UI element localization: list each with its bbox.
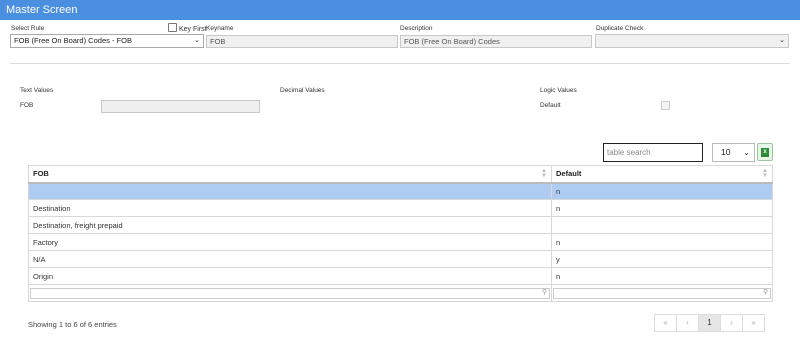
cell-fob: Origin — [28, 267, 552, 285]
table-row[interactable]: Origin n — [28, 267, 773, 285]
description-label: Description — [400, 25, 433, 32]
fob-label: FOB — [20, 102, 34, 109]
column-header-fob[interactable]: FOB ▲ ▼ — [28, 165, 552, 184]
key-first-label: Key First — [179, 26, 207, 33]
prev-page-button[interactable]: ‹ — [676, 314, 699, 332]
select-rule-dropdown[interactable]: FOB (Free On Board) Codes - FOB ⌄ — [10, 34, 204, 48]
cell-default: n — [551, 267, 773, 285]
duplicate-check-label: Duplicate Check — [596, 25, 644, 32]
cell-default: y — [551, 250, 773, 268]
chevron-down-icon: ⌄ — [743, 148, 750, 157]
table-row[interactable]: n — [28, 182, 773, 200]
table-row[interactable]: Destination n — [28, 199, 773, 217]
table-search-input[interactable]: table search — [603, 143, 703, 162]
page-1-button[interactable]: 1 — [698, 314, 721, 332]
window-title: Master Screen — [0, 0, 800, 20]
column-header-label: Default — [556, 169, 582, 179]
sort-icon: ▲ ▼ — [541, 168, 547, 179]
chevron-down-icon: ⌄ — [194, 37, 200, 44]
cell-default: n — [551, 182, 773, 200]
cell-default: n — [551, 199, 773, 217]
filter-cell-fob: ⚲ — [28, 284, 552, 302]
table-row[interactable]: Factory n — [28, 233, 773, 251]
cell-fob: Destination, freight prepaid — [28, 216, 552, 234]
column-filter-input[interactable]: ⚲ — [553, 287, 771, 299]
default-label: Default — [540, 102, 561, 109]
chevron-down-icon: ⌄ — [779, 37, 785, 44]
keyname-label: Keyname — [206, 25, 234, 32]
cell-default — [551, 216, 773, 234]
export-excel-button[interactable]: x — [757, 143, 773, 161]
sort-icon: ▲ ▼ — [762, 168, 768, 179]
keyname-field[interactable]: FOB — [206, 35, 398, 48]
cell-fob: N/A — [28, 250, 552, 268]
cell-fob: Destination — [28, 199, 552, 217]
search-icon: ⚲ — [541, 288, 547, 296]
table-row[interactable]: Destination, freight prepaid — [28, 216, 773, 234]
select-rule-value: FOB (Free On Board) Codes - FOB — [14, 36, 132, 45]
column-filter-input[interactable]: ⚲ — [30, 287, 550, 299]
column-header-label: FOB — [33, 169, 49, 179]
decimal-values-label: Decimal Values — [280, 87, 325, 94]
table-row[interactable]: N/A y — [28, 250, 773, 268]
select-rule-label: Select Rule — [11, 25, 45, 32]
text-values-label: Text Values — [20, 87, 54, 94]
next-page-button[interactable]: › — [720, 314, 743, 332]
page-length-select[interactable]: 10 ⌄ — [712, 143, 755, 162]
search-icon: ⚲ — [762, 288, 768, 296]
section-divider — [10, 63, 790, 64]
table-info: Showing 1 to 6 of 6 entries — [28, 320, 117, 329]
table-search-placeholder: table search — [607, 148, 651, 157]
description-field[interactable]: FOB (Free On Board) Codes — [400, 35, 592, 48]
first-page-button[interactable]: « — [654, 314, 677, 332]
cell-fob — [28, 182, 552, 200]
cell-default: n — [551, 233, 773, 251]
last-page-button[interactable]: » — [742, 314, 765, 332]
data-table: FOB ▲ ▼ Default ▲ ▼ n Destination n Destin… — [28, 165, 773, 302]
duplicate-check-dropdown[interactable]: ⌄ — [595, 34, 789, 48]
logic-values-label: Logic Values — [540, 87, 577, 94]
column-header-default[interactable]: Default ▲ ▼ — [551, 165, 773, 184]
page-length-value: 10 — [721, 147, 731, 157]
key-first-checkbox[interactable] — [168, 23, 177, 32]
default-checkbox[interactable] — [661, 101, 670, 110]
cell-fob: Factory — [28, 233, 552, 251]
filter-row: ⚲ ⚲ — [28, 284, 773, 302]
excel-icon: x — [761, 148, 769, 157]
pagination: « ‹ 1 › » — [654, 314, 765, 332]
fob-field[interactable] — [101, 100, 260, 113]
filter-cell-default: ⚲ — [551, 284, 773, 302]
